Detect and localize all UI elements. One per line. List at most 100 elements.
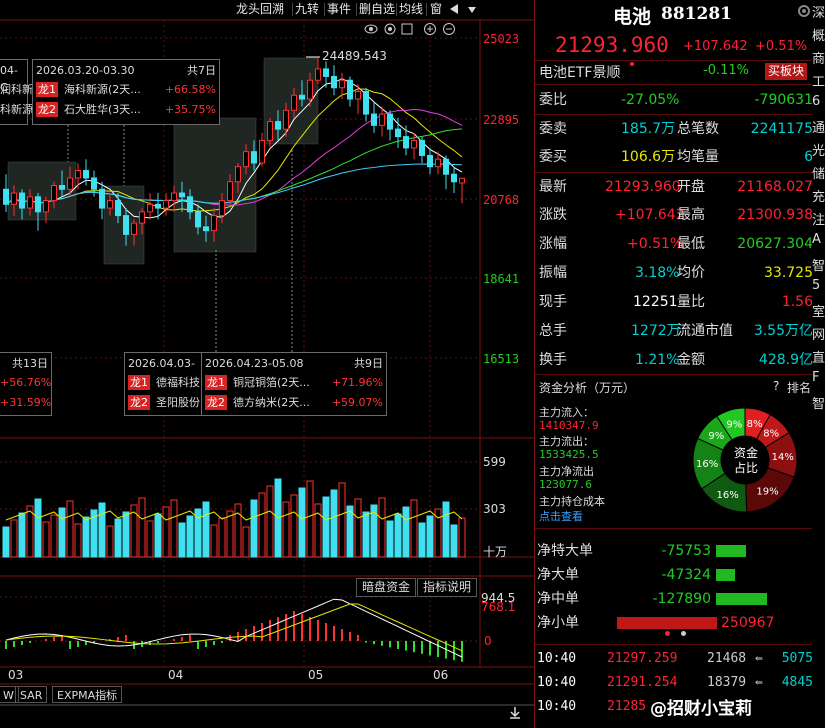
box-leader-pct: +31.59%: [0, 395, 52, 409]
volume-bar: [298, 487, 306, 558]
macd-axis-label: 0: [484, 634, 492, 648]
toolbar-moving-average[interactable]: 均线: [399, 0, 423, 19]
sidebar-strip-char[interactable]: 储: [812, 163, 825, 182]
settings-icon[interactable]: [384, 23, 396, 35]
page-dot[interactable]: [681, 631, 686, 636]
leader-box[interactable]: 2026.03.20-03.30 共7日 龙1 海科新源(2天... +66.58% …: [32, 59, 220, 125]
sidebar-strip-char[interactable]: 商: [812, 48, 825, 67]
y-axis-label: 22895: [483, 113, 520, 127]
volume-unit-label: 十万: [483, 545, 508, 559]
donut-slice-label: 9%: [708, 431, 724, 442]
quote-row-amplitude: 振幅 3.18% 均价 33.725: [535, 261, 813, 285]
sidebar-strip-char[interactable]: F: [812, 370, 819, 385]
candle-body: [347, 79, 353, 100]
box-leader-name: 科新源: [0, 103, 33, 116]
candle-body: [187, 196, 193, 213]
label: 换手: [539, 352, 567, 368]
box-date: 2026.03.20-03.30: [36, 64, 135, 77]
download-icon[interactable]: [508, 706, 522, 720]
donut-slice-label: 16%: [716, 490, 738, 501]
candle-body: [459, 177, 465, 184]
main-cost-link[interactable]: 点击查看: [539, 508, 583, 524]
value: 3.55万亿: [753, 323, 813, 339]
sidebar-strip-char[interactable]: 5: [812, 278, 820, 293]
edit-icon[interactable]: [401, 23, 413, 35]
value: 3.18%: [635, 265, 680, 281]
quote-row-change: 涨跌 +107.642 最高 21300.938: [535, 203, 813, 227]
sidebar-strip-char[interactable]: 充: [812, 186, 825, 205]
leader-box[interactable]: 2026.04.23-05.08 共9日 龙1 铜冠铜箔(2天... +71.96% …: [201, 352, 387, 416]
divider: [535, 84, 813, 85]
dark-pool-button[interactable]: 暗盘资金: [356, 578, 417, 597]
box-leader-name: 石大胜华(3天...: [64, 103, 141, 116]
volume-bar: [386, 520, 394, 558]
box-leader-name: 圣阳股份: [156, 396, 200, 409]
order-label: 净中单: [537, 591, 579, 607]
volume-bar: [202, 501, 210, 558]
macd-dif-line: [5, 598, 463, 658]
candle-body: [395, 128, 401, 138]
back-arrow-icon[interactable]: [450, 4, 458, 14]
stock-code: 881281: [661, 4, 732, 24]
sidebar-strip-char[interactable]: 深: [812, 2, 825, 21]
candle-body: [11, 192, 17, 205]
plus-circle-icon[interactable]: [424, 23, 436, 35]
volume-bar: [306, 480, 314, 558]
page-dot-active[interactable]: [665, 631, 670, 636]
buy-sector-button[interactable]: 买板块: [765, 63, 808, 80]
candle-body: [259, 139, 265, 164]
candle-body: [331, 75, 337, 89]
volume-bar: [394, 513, 402, 558]
volume-bar: [218, 517, 226, 558]
label: 现手: [539, 294, 567, 310]
volume-bar: [402, 506, 410, 558]
minus-circle-icon[interactable]: [443, 23, 455, 35]
sidebar-strip-char[interactable]: 6: [812, 94, 820, 109]
sidebar-strip-char[interactable]: 工: [812, 71, 825, 90]
toolbar-event[interactable]: 事件: [327, 0, 351, 19]
candle-body: [75, 169, 81, 179]
tick-time: 10:40: [537, 675, 577, 690]
toolbar-delete-favorite[interactable]: 删自选: [359, 0, 395, 19]
candle-body: [99, 188, 105, 209]
eye-icon[interactable]: [364, 24, 378, 34]
etf-name[interactable]: 电池ETF景顺: [539, 62, 620, 82]
tab-expma[interactable]: EXPMA指标: [52, 686, 123, 703]
y-axis-label: 16513: [483, 352, 520, 366]
value: -27.05%: [621, 92, 680, 108]
leader-box[interactable]: 共13日 +56.76% +31.59%: [0, 352, 52, 416]
tab-sar[interactable]: SAR: [15, 686, 48, 703]
sidebar-strip-char[interactable]: 直: [812, 347, 825, 366]
sidebar-strip-char[interactable]: 室: [812, 301, 825, 320]
sidebar-strip-char[interactable]: 注: [812, 209, 825, 228]
volume-bar: [66, 500, 74, 558]
volume-bar: [170, 499, 178, 558]
leader-tag: 龙1: [36, 81, 58, 97]
tick-volume: 18379: [707, 675, 747, 690]
toolbar-window[interactable]: 窗: [430, 0, 442, 19]
sidebar-strip-char[interactable]: A: [812, 232, 821, 247]
leader-box[interactable]: 2026.04.03-0 龙1 德福科技 龙2 圣阳股份: [124, 352, 204, 416]
gear-icon[interactable]: [797, 4, 811, 18]
candle-body: [83, 169, 89, 179]
sidebar-strip-char[interactable]: 智: [812, 255, 825, 274]
sidebar-strip-char[interactable]: 网: [812, 324, 825, 343]
box-date: 2026.04.03-0: [128, 357, 195, 387]
order-value: 250967: [721, 615, 775, 631]
toolbar-nine-turn[interactable]: 九转: [295, 0, 319, 19]
main-inflow-label: 主力流入：: [539, 406, 594, 419]
candle-body: [227, 181, 233, 202]
sidebar-strip-char[interactable]: 通: [812, 117, 825, 136]
leader-box[interactable]: 04-C 润科新能 科新源: [0, 59, 44, 125]
indicator-help-button[interactable]: 指标说明: [417, 578, 478, 597]
sidebar-strip-char[interactable]: 光: [812, 140, 825, 159]
toolbar-dragon-backtrack[interactable]: 龙头回溯: [236, 0, 284, 19]
dropdown-icon[interactable]: [468, 7, 476, 13]
tick-arrow-icon: ⇚: [755, 651, 763, 666]
flow-help-icon[interactable]: ?: [773, 379, 779, 393]
sidebar-strip-char[interactable]: 智: [812, 393, 825, 412]
box-leader-pct: +71.96%: [331, 375, 383, 389]
chart-panel[interactable]: 龙头回溯 九转 事件 删自选 均线 窗 25023 22895 20768 18…: [0, 0, 534, 728]
sidebar-strip-char[interactable]: 概: [812, 25, 825, 44]
flow-rank-link[interactable]: 排名: [787, 379, 811, 396]
